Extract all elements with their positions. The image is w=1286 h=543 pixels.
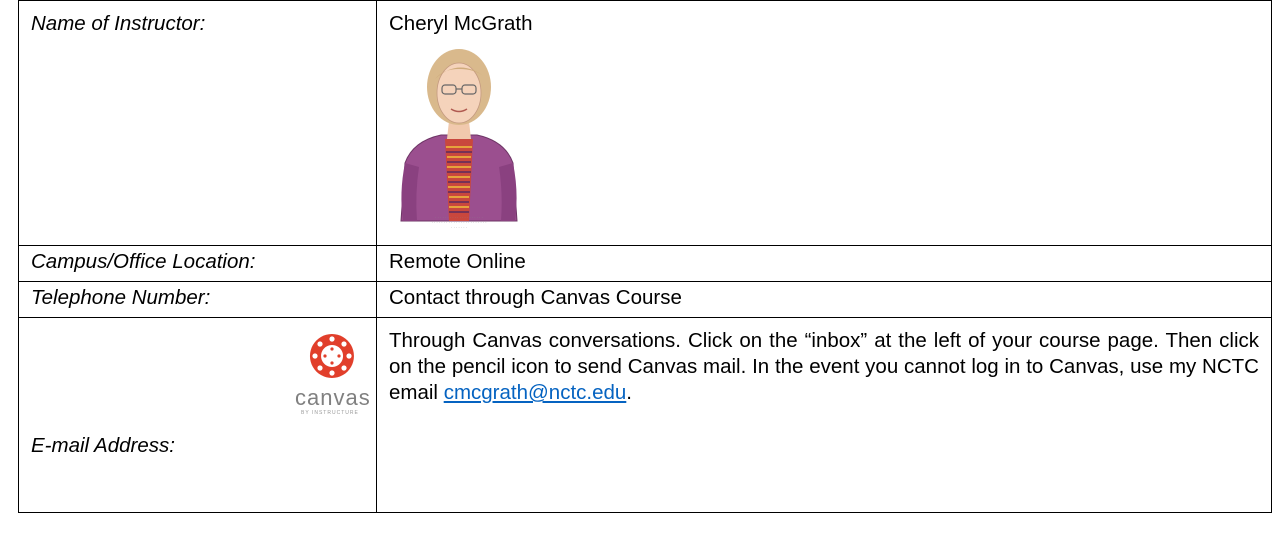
row-instructor-name: Name of Instructor: Cheryl McGrath · · ·… xyxy=(18,0,1272,246)
portrait-caption: · · · · · · · · · · · · · · · · · · · · ·… xyxy=(431,215,487,230)
email-period: . xyxy=(626,381,632,404)
telephone-label: Telephone Number: xyxy=(18,281,377,318)
portrait-illustration xyxy=(400,49,518,222)
instructor-portrait: · · · · · · · · · · · · · · · · · · · · ·… xyxy=(389,43,529,233)
telephone-value: Contact through Canvas Course xyxy=(376,281,1272,318)
row-campus-location: Campus/Office Location: Remote Online xyxy=(18,245,1272,282)
email-label-cell: E-mail Address: canvas BY INSTRUCTURE xyxy=(18,317,377,513)
instructor-label: Name of Instructor: xyxy=(18,0,377,246)
instructor-cell: Cheryl McGrath · · · · · · · · · · · · ·… xyxy=(376,0,1272,246)
email-link[interactable]: cmcgrath@nctc.edu xyxy=(444,381,627,404)
instructor-name: Cheryl McGrath xyxy=(389,12,533,35)
campus-label: Campus/Office Location: xyxy=(18,245,377,282)
canvas-logo-subtitle: BY INSTRUCTURE xyxy=(301,410,359,416)
campus-value: Remote Online xyxy=(376,245,1272,282)
row-telephone: Telephone Number: Contact through Canvas… xyxy=(18,281,1272,318)
row-email: E-mail Address: canvas BY INSTRUCTURE Th… xyxy=(18,317,1272,513)
instructor-info-table: Name of Instructor: Cheryl McGrath · · ·… xyxy=(18,0,1272,513)
email-label: E-mail Address: xyxy=(31,434,175,457)
canvas-logo-wordmark: canvas xyxy=(295,385,371,410)
canvas-logo-icon xyxy=(309,334,354,378)
email-value: Through Canvas conversations. Click on t… xyxy=(376,317,1272,513)
